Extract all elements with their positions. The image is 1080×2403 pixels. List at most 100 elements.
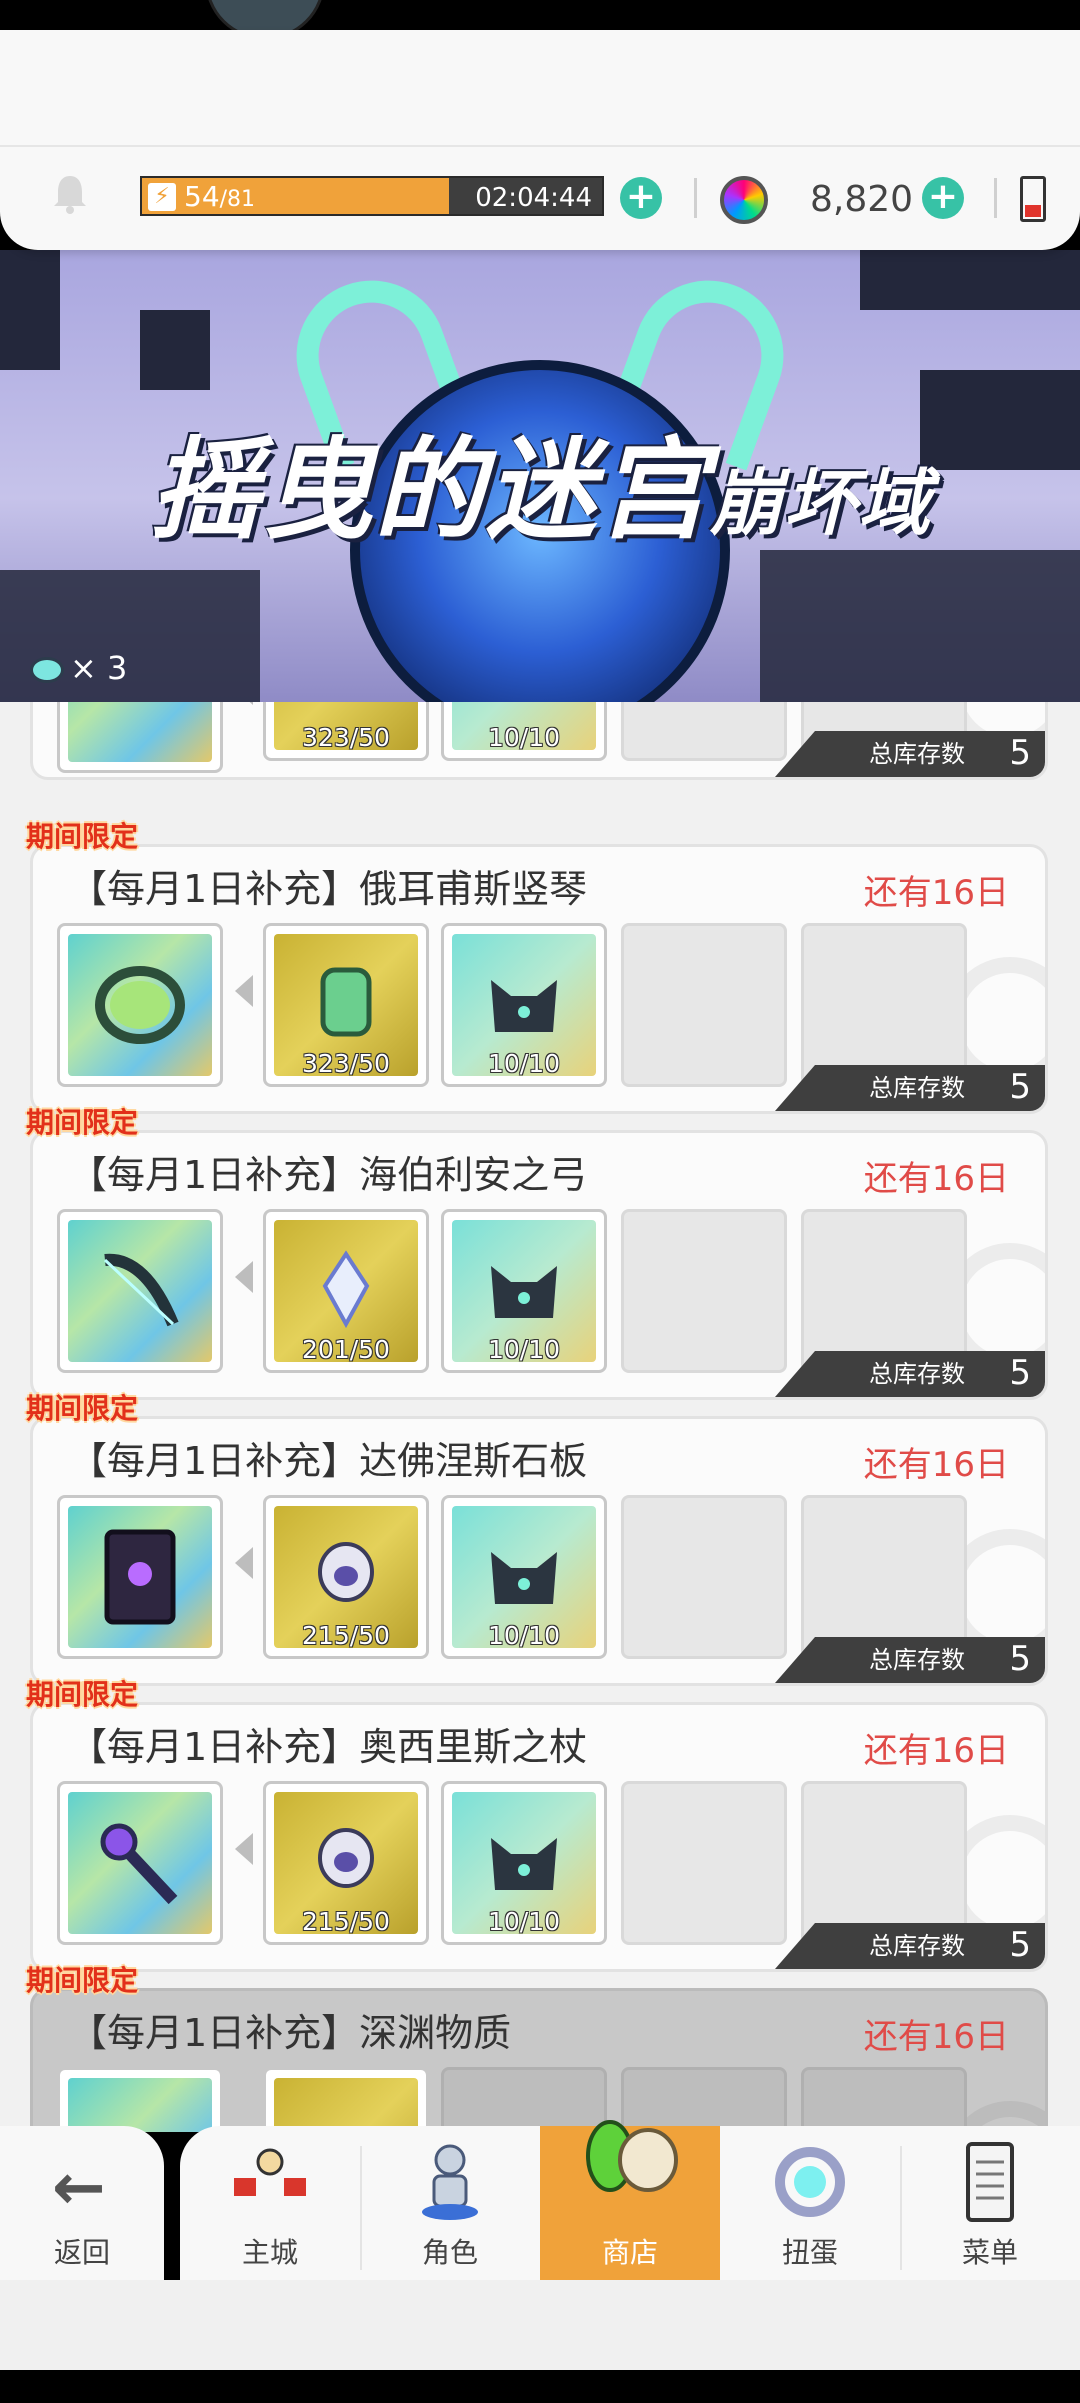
banner-block: [760, 550, 1080, 702]
material-slot[interactable]: 215/50: [263, 1781, 429, 1945]
limited-tag: 期间限定: [26, 1964, 139, 1997]
gem-icon: [720, 176, 768, 224]
shop-icon: [586, 2120, 678, 2192]
material-slot[interactable]: 215/50: [263, 1495, 429, 1659]
card-title: 【每月1日补充】海伯利安之弓: [69, 1153, 588, 1197]
result-slot[interactable]: [57, 1781, 223, 1945]
nav-bar: 主城 角色 商店 扭蛋 菜单: [180, 2120, 1080, 2280]
empty-slot: [621, 702, 787, 761]
header-divider-2: [994, 178, 997, 218]
stock-tag: 总库存数 5: [775, 1065, 1045, 1111]
stock-tag: 总库存数 5: [775, 1351, 1045, 1397]
days-remaining: 还有16日: [863, 1731, 1009, 1771]
material-slot[interactable]: 10/10: [441, 1781, 607, 1945]
card-title: 【每月1日补充】深渊物质: [69, 2011, 512, 2055]
banner-block: [0, 250, 60, 370]
material-slot[interactable]: 201/50: [263, 1209, 429, 1373]
arrow-icon: [235, 1833, 253, 1865]
stock-count: 5: [1009, 1067, 1031, 1107]
nav-item-character[interactable]: 角色: [360, 2126, 540, 2280]
stock-label: 总库存数: [869, 1932, 965, 1960]
empty-slot: [801, 1781, 967, 1945]
material-count: 215/50: [302, 1621, 390, 1650]
days-remaining: 还有16日: [863, 873, 1009, 913]
limited-tag: 期间限定: [26, 1678, 139, 1711]
add-gems-button[interactable]: +: [922, 177, 964, 219]
banner-block: [920, 370, 1080, 470]
exchange-card[interactable]: 【每月1日补充】海伯利安之弓 还有16日 201/50 10/10 总库存数 5: [30, 1130, 1048, 1400]
result-slot[interactable]: [57, 1495, 223, 1659]
material-count: 215/50: [302, 1907, 390, 1936]
empty-slot: [621, 1209, 787, 1373]
key-icon: [30, 657, 64, 683]
harp-icon: [68, 934, 212, 1076]
scythe-icon: [68, 702, 212, 762]
empty-slot: [801, 1495, 967, 1659]
footer-strip: [0, 2280, 1080, 2370]
stock-tag: 总库存数 5: [775, 1923, 1045, 1969]
energy-value: 54/81: [184, 182, 255, 215]
arrow-icon: [235, 1547, 253, 1579]
material-slot[interactable]: 323/50: [263, 702, 429, 761]
card-title: 【每月1日补充】达佛涅斯石板: [69, 1439, 588, 1483]
energy-timer: 02:04:44: [475, 183, 592, 213]
result-slot[interactable]: [57, 1209, 223, 1373]
banner-block: [140, 310, 210, 390]
abyss-matter-icon: [68, 2078, 212, 2132]
material-count: 10/10: [487, 1907, 561, 1936]
menu-icon: [966, 2142, 1014, 2222]
material-slot[interactable]: 10/10: [441, 923, 607, 1087]
add-energy-button[interactable]: +: [620, 177, 662, 219]
result-slot[interactable]: [57, 2067, 223, 2132]
exchange-list[interactable]: 323/50 10/10 总库存数 5 期间限定 【每月1日补充】俄耳甫斯竖琴 …: [0, 702, 1080, 2132]
stock-count: 5: [1009, 733, 1031, 773]
resource-header: ⚡ 54/81 02:04:44 + 8,820 +: [0, 30, 1080, 250]
nav-label: 菜单: [961, 2236, 1018, 2269]
empty-slot: [801, 923, 967, 1087]
result-slot[interactable]: [57, 702, 223, 773]
days-remaining: 还有16日: [863, 1159, 1009, 1199]
stock-label: 总库存数: [869, 1074, 965, 1102]
battery-icon: [1020, 176, 1046, 222]
exchange-card[interactable]: 323/50 10/10 总库存数 5: [30, 702, 1048, 780]
card-title: 【每月1日补充】俄耳甫斯竖琴: [69, 867, 588, 911]
material-count: 323/50: [302, 1049, 390, 1078]
material-slot[interactable]: 323/50: [263, 923, 429, 1087]
notification-bell-icon[interactable]: [48, 172, 92, 216]
days-remaining: 还有16日: [863, 2017, 1009, 2057]
nav-item-menu[interactable]: 菜单: [900, 2126, 1080, 2280]
material-slot[interactable]: [263, 2067, 429, 2132]
system-top-strip: [0, 0, 1080, 40]
material-slot[interactable]: 10/10: [441, 1495, 607, 1659]
exchange-card[interactable]: 【每月1日补充】深渊物质 还有16日: [30, 1988, 1048, 2132]
event-banner[interactable]: 摇曳的迷宫崩坏域 × 3: [0, 250, 1080, 702]
material-count: 201/50: [302, 1335, 390, 1364]
banner-title-sub: 崩坏域: [710, 460, 933, 545]
nav-item-gacha[interactable]: 扭蛋: [720, 2126, 900, 2280]
stock-tag: 总库存数 5: [775, 1637, 1045, 1683]
back-button[interactable]: ← 返回: [0, 2126, 164, 2280]
material-count: 10/10: [487, 723, 561, 752]
character-icon: [422, 2144, 478, 2220]
bow-icon: [68, 1220, 212, 1362]
energy-max: /81: [219, 187, 256, 212]
nav-item-castle[interactable]: 主城: [180, 2126, 360, 2280]
material-slot[interactable]: 10/10: [441, 702, 607, 761]
exchange-card[interactable]: 【每月1日补充】俄耳甫斯竖琴 还有16日 323/50 10/10 总库存数 5: [30, 844, 1048, 1114]
bottom-navigation: ← 返回 主城 角色 商店 扭蛋 菜单: [0, 2120, 1080, 2280]
nav-label: 主城: [241, 2236, 298, 2269]
material-count: 10/10: [487, 1049, 561, 1078]
result-slot[interactable]: [57, 923, 223, 1087]
arrow-icon: [235, 975, 253, 1007]
limited-tag: 期间限定: [26, 1106, 139, 1139]
material-count: 10/10: [487, 1621, 561, 1650]
back-label: 返回: [53, 2236, 110, 2269]
exchange-card[interactable]: 【每月1日补充】奥西里斯之杖 还有16日 215/50 10/10 总库存数 5: [30, 1702, 1048, 1972]
nav-item-shop[interactable]: 商店: [540, 2120, 720, 2280]
gacha-icon: [775, 2147, 845, 2217]
material-slot[interactable]: 10/10: [441, 1209, 607, 1373]
banner-title-main: 摇曳的迷宫: [150, 425, 710, 554]
dark-orb-icon: [274, 2078, 418, 2132]
nav-label: 商店: [601, 2236, 658, 2269]
exchange-card[interactable]: 【每月1日补充】达佛涅斯石板 还有16日 215/50 10/10 总库存数 5: [30, 1416, 1048, 1686]
